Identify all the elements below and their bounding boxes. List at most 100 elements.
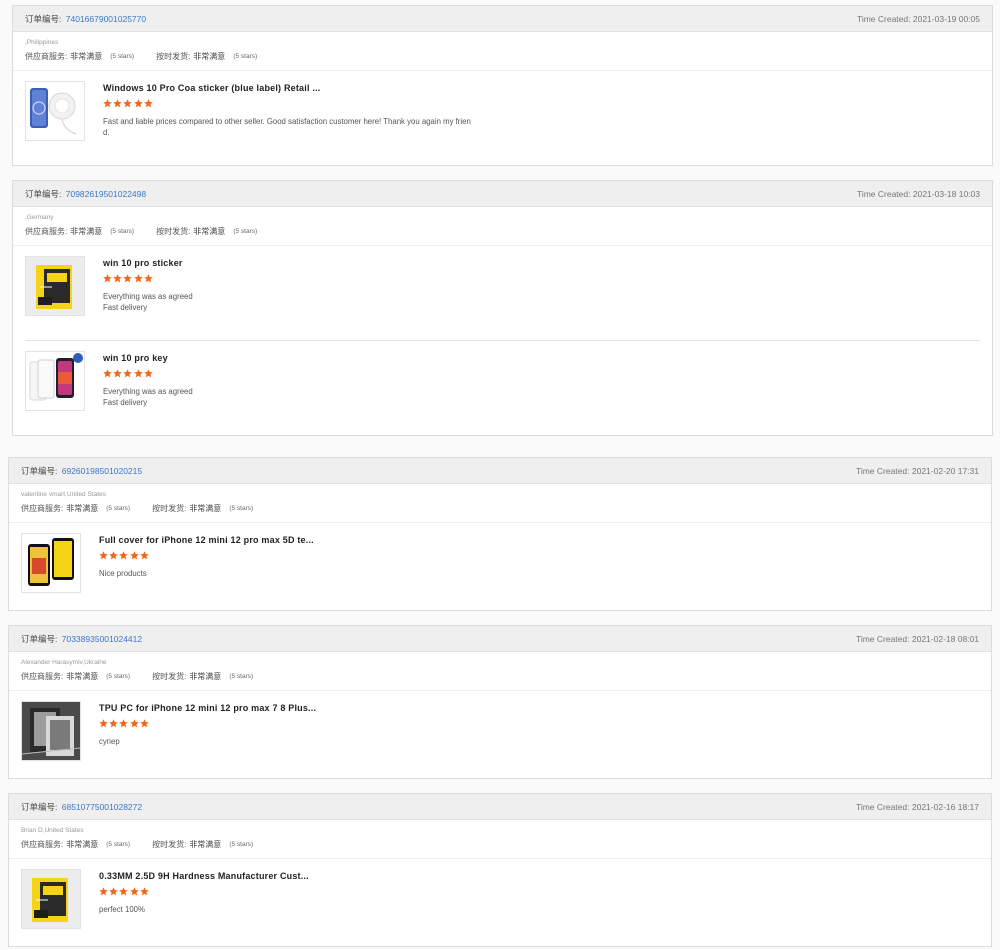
star-icon bbox=[103, 369, 112, 378]
product-review: TPU PC for iPhone 12 mini 12 pro max 7 8… bbox=[21, 691, 979, 775]
product-title[interactable]: win 10 pro sticker bbox=[103, 258, 508, 268]
seller-ratings: 供应商服务: 非常满意 (5 stars) 按时发货: 非常满意 (5 star… bbox=[25, 51, 980, 62]
supplier-service-value: 非常满意 bbox=[70, 227, 103, 236]
star-icon bbox=[129, 887, 139, 896]
supplier-service-label: 供应商服务: bbox=[21, 672, 64, 681]
iphone-screen-protector-image[interactable] bbox=[25, 351, 85, 411]
time-created-value: 2021-02-20 17:31 bbox=[911, 465, 979, 476]
review-comment: perfect 100% bbox=[99, 905, 145, 914]
product-title[interactable]: TPU PC for iPhone 12 mini 12 pro max 7 8… bbox=[99, 703, 504, 713]
shipping-stars: (5 stars) bbox=[229, 841, 254, 848]
product-title[interactable]: 0.33MM 2.5D 9H Hardness Manufacturer Cus… bbox=[99, 871, 504, 881]
shipping-stars: (5 stars) bbox=[233, 228, 258, 235]
star-icon bbox=[133, 274, 143, 283]
shipping-stars: (5 stars) bbox=[233, 53, 258, 60]
product-review: Full cover for iPhone 12 mini 12 pro max… bbox=[21, 523, 979, 607]
buyer-info: ,Germany bbox=[25, 214, 54, 221]
order-number-link[interactable]: 69260198501020215 bbox=[62, 466, 142, 476]
order-header: 订单编号: 70338935001024412 Time Created: 20… bbox=[9, 626, 991, 652]
shipping-label: 按时发货: bbox=[152, 840, 187, 849]
time-created-value: 2021-03-19 00:05 bbox=[912, 13, 980, 24]
shipping-label: 按时发货: bbox=[152, 504, 187, 513]
order-header: 订单编号: 74016679001025770 Time Created: 20… bbox=[13, 6, 992, 32]
review-comment: супер bbox=[99, 737, 120, 746]
phone-magsafe-charger-image[interactable] bbox=[25, 81, 85, 141]
product-info: win 10 pro sticker Everything was as agr… bbox=[103, 258, 508, 313]
star-icon bbox=[139, 719, 149, 728]
seller-ratings: 供应商服务: 非常满意 (5 stars) 按时发货: 非常满意 (5 star… bbox=[21, 671, 979, 682]
supplier-service-stars: (5 stars) bbox=[110, 53, 135, 60]
order-card: 订单编号: 70982619501022498 Time Created: 20… bbox=[12, 180, 993, 436]
star-icon bbox=[139, 551, 149, 560]
time-created: Time Created: 2021-03-19 00:05 bbox=[857, 14, 980, 24]
order-number-group: 订单编号: 69260198501020215 bbox=[21, 465, 142, 477]
product-info: Full cover for iPhone 12 mini 12 pro max… bbox=[99, 535, 504, 579]
order-card: 订单编号: 69260198501020215 Time Created: 20… bbox=[8, 457, 992, 611]
order-number-link[interactable]: 68510775001028272 bbox=[62, 802, 142, 812]
product-info: win 10 pro key Everything was as agreed … bbox=[103, 353, 508, 408]
order-number-label: 订单编号: bbox=[21, 633, 58, 644]
star-rating bbox=[103, 99, 508, 111]
star-icon bbox=[99, 551, 108, 560]
star-icon bbox=[109, 719, 119, 728]
product-title[interactable]: Windows 10 Pro Coa sticker (blue label) … bbox=[103, 83, 508, 93]
star-icon bbox=[113, 274, 123, 283]
shipping-value: 非常满意 bbox=[189, 672, 222, 681]
star-icon bbox=[133, 99, 143, 108]
star-icon bbox=[143, 99, 153, 108]
time-created-value: 2021-02-16 18:17 bbox=[911, 801, 979, 812]
shipping-value: 非常满意 bbox=[189, 840, 222, 849]
star-icon bbox=[143, 369, 153, 378]
product-list: Full cover for iPhone 12 mini 12 pro max… bbox=[9, 523, 991, 607]
order-card: 订单编号: 68510775001028272 Time Created: 20… bbox=[8, 793, 992, 947]
supplier-service-label: 供应商服务: bbox=[25, 52, 68, 61]
star-icon bbox=[119, 551, 129, 560]
star-icon bbox=[99, 887, 108, 896]
seller-ratings: 供应商服务: 非常满意 (5 stars) 按时发货: 非常满意 (5 star… bbox=[21, 503, 979, 514]
tempered-glass-box-image[interactable] bbox=[25, 256, 85, 316]
order-number-label: 订单编号: bbox=[25, 13, 62, 24]
supplier-service-stars: (5 stars) bbox=[106, 841, 131, 848]
supplier-service-stars: (5 stars) bbox=[106, 505, 131, 512]
tpu-case-photo-image[interactable] bbox=[21, 701, 81, 761]
order-number-group: 订单编号: 70982619501022498 bbox=[25, 188, 146, 200]
supplier-service-stars: (5 stars) bbox=[106, 673, 131, 680]
order-meta: ,Philippines 供应商服务: 非常满意 (5 stars) 按时发货:… bbox=[13, 32, 992, 71]
star-icon bbox=[129, 551, 139, 560]
product-list: win 10 pro sticker Everything was as agr… bbox=[13, 246, 992, 424]
full-cover-glass-image[interactable] bbox=[21, 533, 81, 593]
product-info: TPU PC for iPhone 12 mini 12 pro max 7 8… bbox=[99, 703, 504, 747]
seller-ratings: 供应商服务: 非常满意 (5 stars) 按时发货: 非常满意 (5 star… bbox=[21, 839, 979, 850]
star-icon bbox=[113, 369, 123, 378]
order-card: 订单编号: 70338935001024412 Time Created: 20… bbox=[8, 625, 992, 779]
star-rating bbox=[103, 369, 508, 381]
buyer-info: valentine vmart,United States bbox=[21, 491, 106, 498]
time-created-label: Time Created: bbox=[855, 633, 910, 644]
product-list: TPU PC for iPhone 12 mini 12 pro max 7 8… bbox=[9, 691, 991, 775]
product-review: 0.33MM 2.5D 9H Hardness Manufacturer Cus… bbox=[21, 859, 979, 943]
shipping-value: 非常满意 bbox=[189, 504, 222, 513]
star-rating bbox=[103, 274, 508, 286]
star-icon bbox=[123, 99, 133, 108]
time-created-value: 2021-03-18 10:03 bbox=[912, 188, 980, 199]
shipping-stars: (5 stars) bbox=[229, 505, 254, 512]
star-icon bbox=[129, 719, 139, 728]
supplier-service-label: 供应商服务: bbox=[21, 840, 64, 849]
seller-ratings: 供应商服务: 非常满意 (5 stars) 按时发货: 非常满意 (5 star… bbox=[25, 226, 980, 237]
buyer-info: Alexander Harasymiv,Ukraine bbox=[21, 659, 107, 666]
product-title[interactable]: Full cover for iPhone 12 mini 12 pro max… bbox=[99, 535, 504, 545]
star-icon bbox=[143, 274, 153, 283]
order-number-link[interactable]: 74016679001025770 bbox=[66, 14, 146, 24]
tempered-glass-box-image[interactable] bbox=[21, 869, 81, 929]
order-meta: Alexander Harasymiv,Ukraine 供应商服务: 非常满意 … bbox=[9, 652, 991, 691]
product-title[interactable]: win 10 pro key bbox=[103, 353, 508, 363]
order-number-link[interactable]: 70982619501022498 bbox=[66, 189, 146, 199]
supplier-service-value: 非常满意 bbox=[66, 672, 99, 681]
review-comment: Fast and liable prices compared to other… bbox=[103, 117, 471, 137]
time-created-value: 2021-02-18 08:01 bbox=[911, 633, 979, 644]
order-number-link[interactable]: 70338935001024412 bbox=[62, 634, 142, 644]
star-icon bbox=[123, 369, 133, 378]
product-list: 0.33MM 2.5D 9H Hardness Manufacturer Cus… bbox=[9, 859, 991, 943]
star-icon bbox=[123, 274, 133, 283]
order-meta: valentine vmart,United States 供应商服务: 非常满… bbox=[9, 484, 991, 523]
